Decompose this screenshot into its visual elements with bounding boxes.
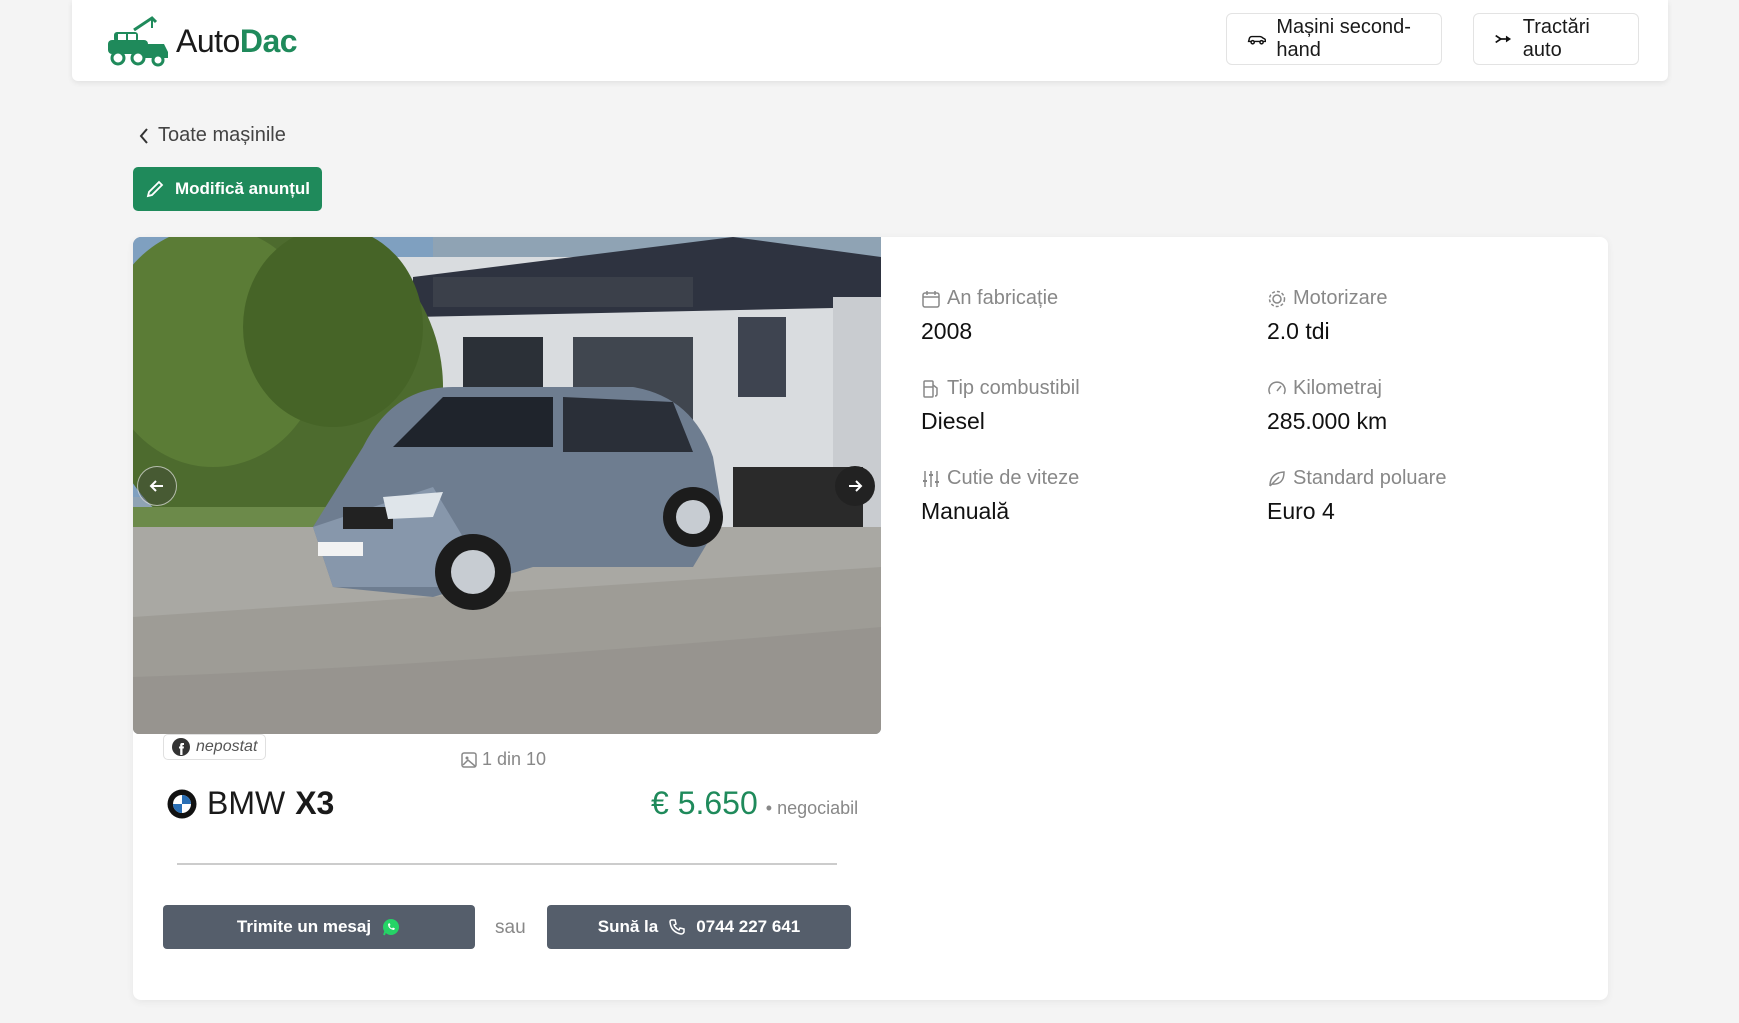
spec-year-value: 2008 bbox=[921, 318, 973, 344]
spec-mileage-value: 285.000 km bbox=[1267, 408, 1388, 434]
facebook-icon bbox=[172, 738, 190, 756]
car-photo bbox=[133, 237, 881, 734]
next-photo-button[interactable] bbox=[835, 466, 875, 506]
spec-mileage: Kilometraj 285.000 km bbox=[1267, 377, 1587, 435]
speedometer-icon bbox=[1268, 380, 1286, 394]
spec-engine-label: Motorizare bbox=[1293, 287, 1388, 309]
logo[interactable]: AutoDac bbox=[104, 14, 298, 68]
brand-name: AutoDac bbox=[176, 22, 298, 60]
fuel-pump-icon bbox=[923, 379, 938, 398]
car-model: X3 bbox=[295, 785, 335, 821]
facebook-status-badge: nepostat bbox=[163, 734, 267, 760]
spec-gearbox: Cutie de viteze Manuală bbox=[921, 467, 1241, 525]
car-icon bbox=[1247, 35, 1267, 45]
prev-photo-button[interactable] bbox=[137, 466, 177, 506]
spec-year: An fabricație 2008 bbox=[921, 287, 1241, 345]
edit-listing-label: Modifică anunțul bbox=[174, 179, 311, 198]
edit-listing-button[interactable]: Modifică anunțul bbox=[133, 167, 322, 211]
nav-used-cars-label: Mașini second-hand bbox=[1276, 16, 1411, 61]
site-header: AutoDac Mașini second-hand Tractări auto bbox=[72, 0, 1668, 81]
spec-fuel: Tip combustibil Diesel bbox=[921, 377, 1241, 435]
tow-icon bbox=[1495, 34, 1512, 44]
phone-icon bbox=[669, 919, 685, 935]
arrow-left-icon bbox=[149, 480, 163, 492]
listing-title: BMW X3 bbox=[167, 785, 334, 822]
brand-name-part2: Dac bbox=[239, 22, 298, 59]
nav-towing-label: Tractări auto bbox=[1522, 16, 1590, 61]
spec-fuel-value: Diesel bbox=[921, 408, 985, 434]
price-negotiable-note: • negociabil bbox=[765, 798, 859, 818]
listing-card: nepostat 1 din 10 BMW X3 € 5.650 • negoc… bbox=[133, 237, 1608, 1000]
engine-gear-icon bbox=[1268, 290, 1286, 307]
call-label: Sună la bbox=[597, 917, 659, 936]
bmw-logo-icon bbox=[167, 789, 197, 818]
arrow-right-icon bbox=[849, 480, 863, 492]
back-link-label: Toate mașinile bbox=[158, 124, 286, 146]
image-icon bbox=[461, 751, 477, 768]
car-make: BMW bbox=[207, 785, 286, 821]
photo-counter: 1 din 10 bbox=[460, 749, 546, 770]
phone-number: 0744 227 641 bbox=[696, 917, 801, 936]
divider bbox=[177, 863, 837, 865]
pencil-icon bbox=[146, 180, 164, 198]
spec-mileage-label: Kilometraj bbox=[1293, 377, 1382, 399]
spec-engine: Motorizare 2.0 tdi bbox=[1267, 287, 1587, 345]
spec-year-label: An fabricație bbox=[947, 287, 1059, 309]
or-separator: sau bbox=[495, 917, 526, 938]
chevron-left-icon bbox=[139, 127, 148, 144]
spec-emissions: Standard poluare Euro 4 bbox=[1267, 467, 1587, 525]
back-to-all-cars-link[interactable]: Toate mașinile bbox=[138, 124, 286, 147]
tow-truck-logo-icon bbox=[108, 16, 168, 67]
facebook-status-label: nepostat bbox=[196, 738, 258, 755]
spec-gearbox-value: Manuală bbox=[921, 498, 1010, 524]
send-message-label: Trimite un mesaj bbox=[236, 917, 372, 936]
price-amount: € 5.650 bbox=[651, 785, 758, 821]
spec-engine-value: 2.0 tdi bbox=[1267, 318, 1330, 344]
spec-emissions-value: Euro 4 bbox=[1267, 498, 1335, 524]
spec-gearbox-label: Cutie de viteze bbox=[947, 467, 1080, 489]
leaf-icon bbox=[1269, 470, 1285, 487]
spec-fuel-label: Tip combustibil bbox=[947, 377, 1080, 399]
car-photo-gallery[interactable] bbox=[133, 237, 881, 734]
spec-emissions-label: Standard poluare bbox=[1293, 467, 1447, 489]
calendar-icon bbox=[922, 290, 940, 308]
sliders-icon bbox=[923, 470, 939, 487]
nav-used-cars-button[interactable]: Mașini second-hand bbox=[1226, 13, 1442, 65]
price-block: € 5.650 • negociabil bbox=[651, 785, 858, 822]
send-message-button[interactable]: Trimite un mesaj bbox=[163, 905, 475, 949]
call-phone-button[interactable]: Sună la 0744 227 641 bbox=[547, 905, 851, 949]
whatsapp-icon bbox=[383, 919, 400, 936]
brand-name-part1: Auto bbox=[176, 22, 240, 59]
photo-counter-label: 1 din 10 bbox=[482, 749, 547, 769]
nav-towing-button[interactable]: Tractări auto bbox=[1473, 13, 1639, 65]
